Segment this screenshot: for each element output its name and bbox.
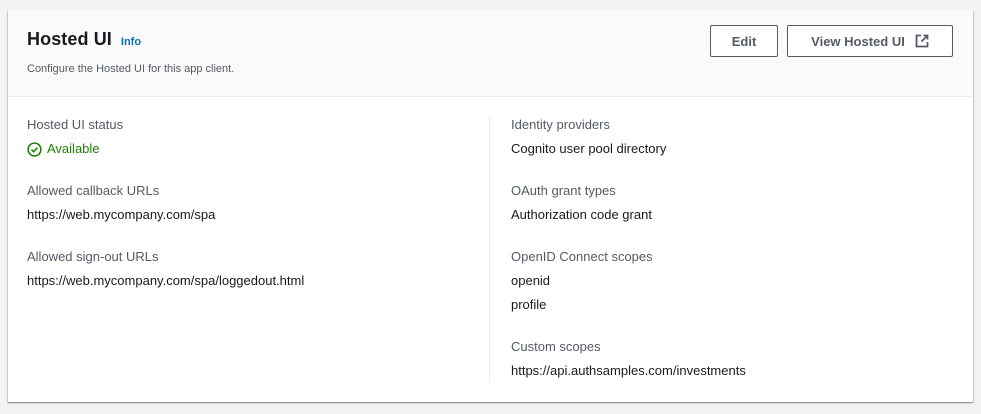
check-circle-icon	[27, 141, 42, 157]
signout-urls-label: Allowed sign-out URLs	[27, 249, 159, 264]
edit-button-label: Edit	[731, 33, 757, 49]
oauth-grant-types-label: OAuth grant types	[511, 183, 616, 198]
openid-scope-item: openid	[511, 273, 551, 288]
identity-providers-field: Identity providers Cognito user pool dir…	[511, 117, 666, 157]
signout-urls-field: Allowed sign-out URLs https://web.mycomp…	[27, 249, 304, 289]
hosted-ui-panel: Hosted UI Info Configure the Hosted UI f…	[8, 10, 973, 402]
external-link-icon	[915, 34, 929, 48]
info-link[interactable]: Info	[121, 36, 141, 48]
hosted-ui-status-label: Hosted UI status	[27, 117, 124, 132]
callback-urls-field: Allowed callback URLs https://web.mycomp…	[27, 183, 215, 223]
openid-scopes-field: OpenID Connect scopes openid profile	[511, 249, 653, 313]
status-value: Available	[47, 141, 100, 156]
status-badge: Available	[27, 141, 123, 157]
panel-header: Hosted UI Info Configure the Hosted UI f…	[8, 10, 973, 97]
custom-scope-value: https://api.authsamples.com/investments	[511, 363, 746, 378]
oauth-grant-types-field: OAuth grant types Authorization code gra…	[511, 183, 652, 223]
identity-providers-value: Cognito user pool directory	[511, 141, 667, 156]
identity-providers-label: Identity providers	[511, 117, 610, 132]
title-row: Hosted UI Info	[27, 29, 141, 50]
signout-url-value: https://web.mycompany.com/spa/loggedout.…	[27, 273, 305, 288]
callback-url-value: https://web.mycompany.com/spa	[27, 207, 216, 222]
custom-scopes-label: Custom scopes	[511, 339, 601, 354]
custom-scopes-field: Custom scopes https://api.authsamples.co…	[511, 339, 746, 379]
view-hosted-ui-label: View Hosted UI	[811, 33, 905, 49]
panel-title: Hosted UI	[27, 29, 112, 49]
openid-scopes-label: OpenID Connect scopes	[511, 249, 653, 264]
panel-description: Configure the Hosted UI for this app cli…	[27, 63, 235, 75]
edit-button[interactable]: Edit	[710, 25, 778, 57]
oauth-grant-types-value: Authorization code grant	[511, 207, 652, 222]
view-hosted-ui-button[interactable]: View Hosted UI	[787, 25, 953, 57]
openid-scope-item: profile	[511, 297, 547, 312]
callback-urls-label: Allowed callback URLs	[27, 183, 160, 198]
hosted-ui-status-field: Hosted UI status Available	[27, 117, 123, 157]
column-divider	[489, 116, 490, 382]
